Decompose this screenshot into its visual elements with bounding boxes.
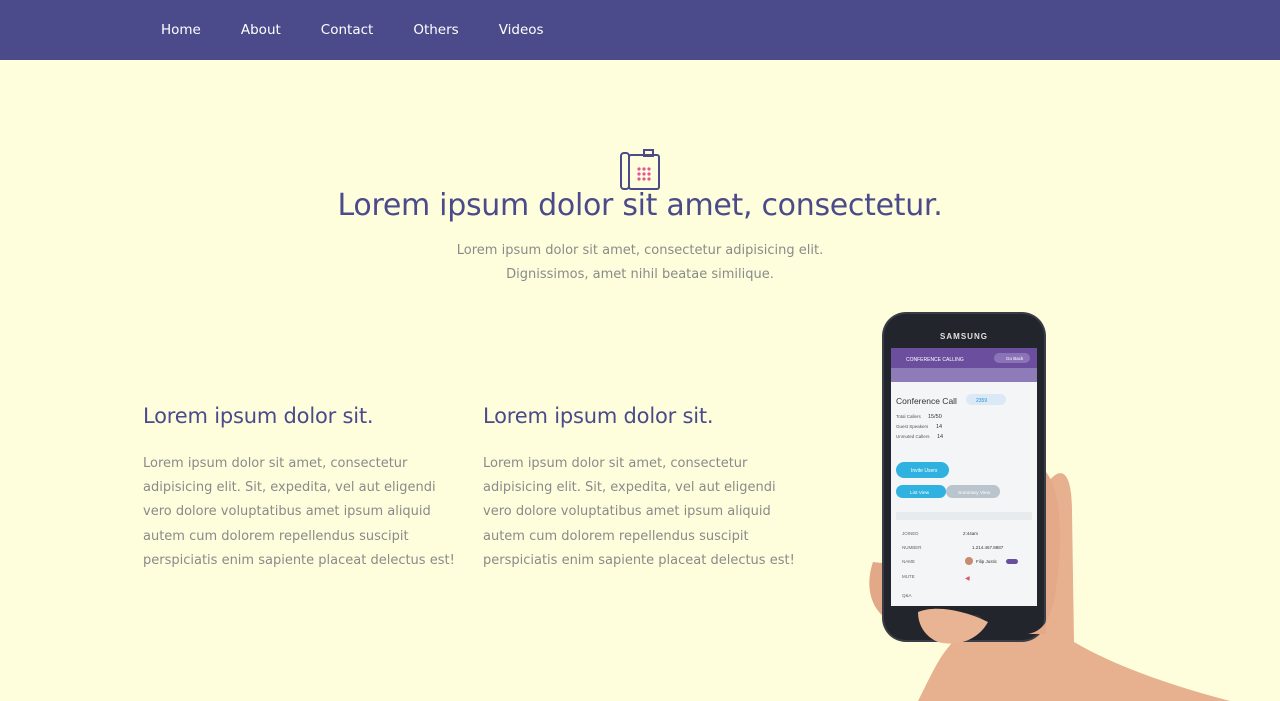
main-nav: Home About Contact Others Videos (141, 0, 584, 60)
stat-value: 14 (937, 434, 943, 440)
row-label: Q&A (902, 593, 912, 598)
feature-text: Lorem ipsum dolor sit amet, consectetur … (483, 456, 795, 568)
row-value: 1.214.467.8887 (972, 545, 1004, 550)
stat-value: 15/50 (928, 414, 942, 420)
conference-badge: 2359 (976, 398, 987, 404)
list-view-label: List View (910, 490, 930, 496)
hero-subtitle: Lorem ipsum dolor sit amet, consectetur … (440, 239, 840, 287)
stat-value: 14 (936, 424, 942, 430)
nav-contact[interactable]: Contact (321, 0, 374, 60)
go-back-button[interactable]: Go Back (1006, 356, 1024, 361)
row-label: MUTE (902, 574, 915, 579)
row-label: JOINED (902, 531, 919, 536)
hero-subtitle-line1: Lorem ipsum dolor sit amet, consectetur … (456, 243, 824, 258)
nav-others[interactable]: Others (413, 0, 458, 60)
phone-brand: SAMSUNG (940, 332, 988, 341)
stat-label: Total Callers (896, 414, 922, 419)
hero-title: Lorem ipsum dolor sit amet, consectetur. (337, 188, 943, 223)
row-label: NUMBER (902, 545, 922, 550)
row-value: Filip Justic (976, 559, 998, 564)
app-header: CONFERENCE CALLING (906, 357, 964, 363)
nav-home[interactable]: Home (161, 0, 201, 60)
feature-text: Lorem ipsum dolor sit amet, consectetur … (143, 456, 455, 568)
invite-users-label: Invite Users (911, 468, 938, 474)
feature-card-1: Lorem ipsum dolor sit. Lorem ipsum dolor… (143, 400, 463, 573)
nav-videos[interactable]: Videos (499, 0, 544, 60)
feature-title: Lorem ipsum dolor sit. (483, 404, 714, 428)
avatar (965, 557, 973, 565)
nav-about[interactable]: About (241, 0, 281, 60)
hero-subtitle-line2: Dignissimos, amet nihil beatae similique… (506, 267, 774, 282)
feature-card-2: Lorem ipsum dolor sit. Lorem ipsum dolor… (483, 400, 803, 573)
phone-in-hand-image: SAMSUNG CONFERENCE CALLING Go Back Confe… (858, 312, 1230, 701)
stat-label: Guest Speakers (896, 424, 929, 429)
phone-dialpad-icon (618, 149, 662, 193)
feature-title: Lorem ipsum dolor sit. (143, 404, 374, 428)
row-label: NAME (902, 559, 915, 564)
top-navbar: Home About Contact Others Videos (0, 0, 1280, 60)
stat-label: Unmuted Callers (896, 434, 930, 439)
screen-title: Conference Call (896, 396, 957, 406)
summary-view-label: Summary View (958, 490, 991, 496)
row-value: 2:44am (963, 531, 978, 536)
mute-icon[interactable]: ◀ (965, 576, 970, 582)
